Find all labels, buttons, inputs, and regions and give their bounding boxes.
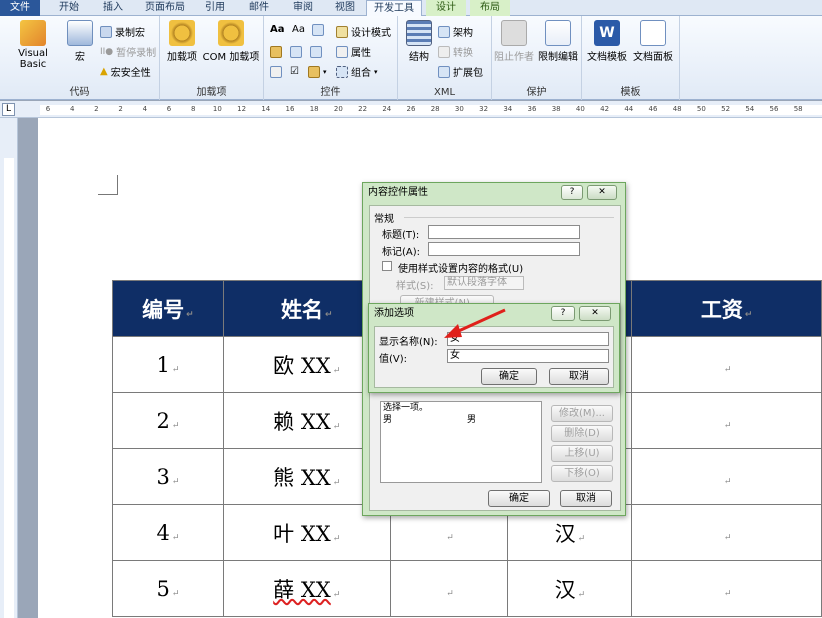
annotation-arrow (0, 0, 822, 618)
arrow-head (444, 324, 462, 338)
